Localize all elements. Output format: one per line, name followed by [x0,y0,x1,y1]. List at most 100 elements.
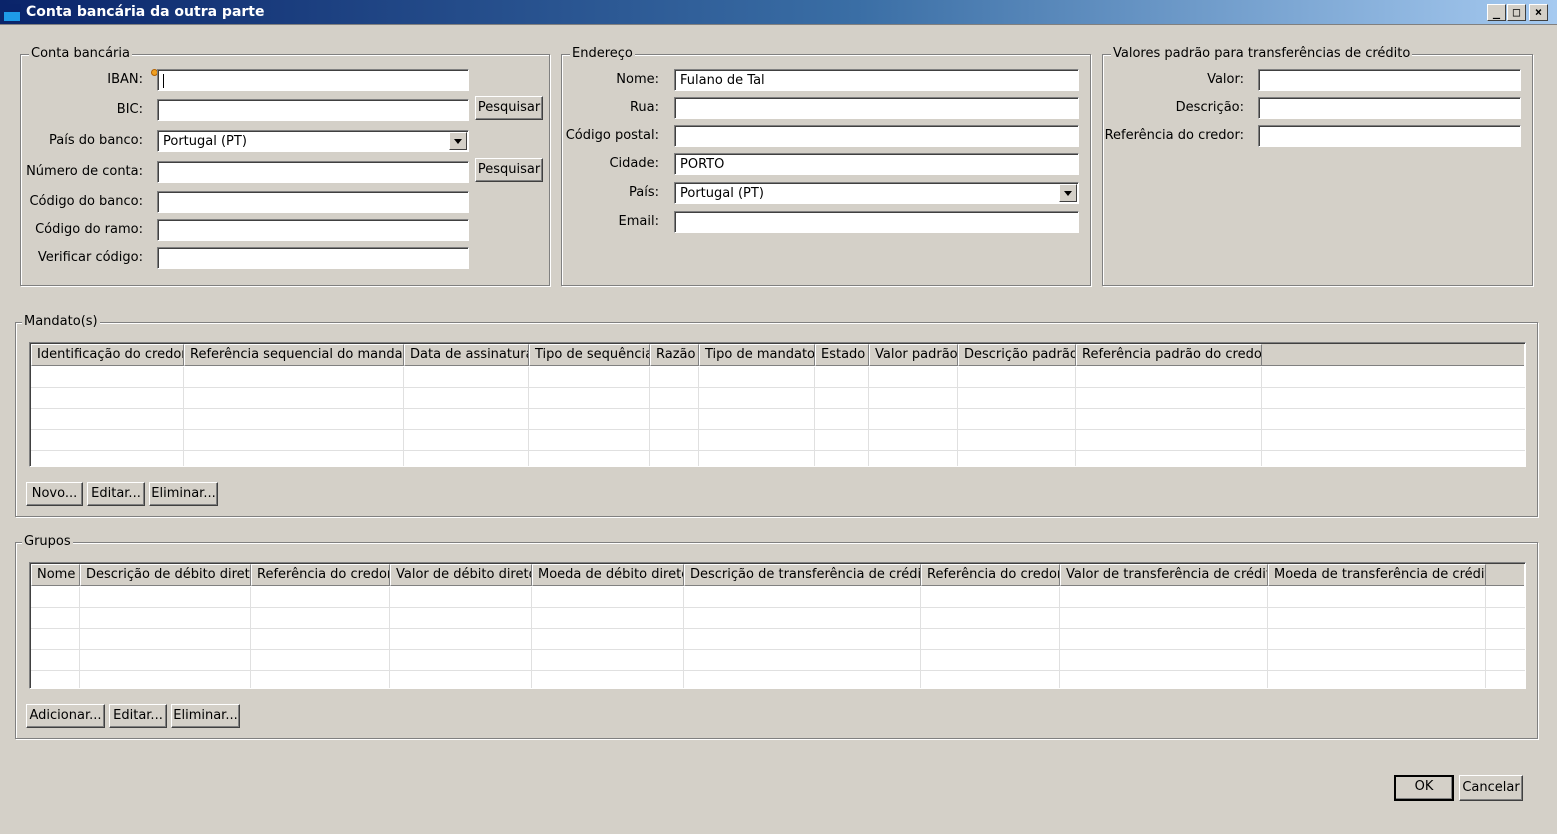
table-row[interactable] [31,430,1525,451]
chevron-down-icon[interactable] [449,132,467,150]
pesquisar-bic-button[interactable]: Pesquisar [475,96,543,120]
rua-input[interactable] [674,97,1079,119]
valores-padrao-group: Valores padrão para transferências de cr… [1102,46,1533,286]
column-header[interactable]: Tipo de mandato [699,344,815,366]
mandatos-table-header: Identificação do credor Referência seque… [31,344,1524,366]
pais-banco-value: Portugal (PT) [163,134,247,149]
column-header[interactable]: Descrição padrão [958,344,1076,366]
table-row[interactable] [31,409,1525,430]
editar-mandato-button[interactable]: Editar... [87,482,145,506]
nome-input[interactable]: Fulano de Tal [674,69,1079,91]
column-header-filler [1262,344,1524,366]
codigo-banco-label: Código do banco: [29,194,143,209]
table-row[interactable] [31,367,1525,388]
descricao-input[interactable] [1258,97,1521,119]
column-header[interactable]: Identificação do credor [31,344,184,366]
minimize-button[interactable]: _ [1487,4,1506,21]
table-row[interactable] [31,451,1525,466]
valores-padrao-legend: Valores padrão para transferências de cr… [1111,46,1413,61]
column-header[interactable]: Referência sequencial do mandato [184,344,404,366]
column-header-filler [1486,564,1524,586]
pais-banco-label: País do banco: [48,133,143,148]
endereco-group: Endereço Nome: Fulano de Tal Rua: Código… [561,46,1091,286]
table-row[interactable] [31,587,1525,608]
table-row[interactable] [31,650,1525,671]
window-title: Conta bancária da outra parte [26,4,265,20]
column-header[interactable]: Valor de transferência de crédito [1060,564,1268,586]
email-label: Email: [618,214,659,229]
cancelar-button[interactable]: Cancelar [1459,775,1523,801]
endereco-legend: Endereço [570,46,635,61]
ok-button[interactable]: OK [1394,775,1454,801]
eliminar-mandato-button[interactable]: Eliminar... [149,482,218,506]
bic-label: BIC: [116,102,143,117]
pais-banco-select[interactable]: Portugal (PT) [157,130,469,152]
chevron-down-icon[interactable] [1059,184,1077,202]
column-header[interactable]: Moeda de débito direto [532,564,684,586]
descricao-label: Descrição: [1175,100,1244,115]
column-header[interactable]: Data de assinatura [404,344,529,366]
novo-mandato-button[interactable]: Novo... [26,482,83,506]
iban-label: IBAN: [107,72,143,87]
valor-input[interactable] [1258,69,1521,91]
column-header[interactable]: Valor de débito direto [390,564,532,586]
email-input[interactable] [674,211,1079,233]
grupos-group: Grupos Nome Descrição de débito direto R… [15,534,1538,739]
column-header[interactable]: Estado [815,344,869,366]
bic-input[interactable] [157,99,469,121]
title-bar[interactable]: Conta bancária da outra parte _ □ × [0,0,1557,25]
cidade-label: Cidade: [609,156,659,171]
column-header[interactable]: Razão [650,344,699,366]
mandatos-table-body [31,367,1525,466]
pais-value: Portugal (PT) [680,186,764,201]
table-row[interactable] [31,629,1525,650]
codigo-ramo-input[interactable] [157,219,469,241]
codigo-ramo-label: Código do ramo: [35,222,143,237]
cidade-input[interactable]: PORTO [674,153,1079,175]
mandatos-group: Mandato(s) Identificação do credor Refer… [15,314,1538,517]
maximize-button[interactable]: □ [1507,4,1526,21]
conta-bancaria-legend: Conta bancária [29,46,132,61]
verificar-codigo-input[interactable] [157,247,469,269]
codigo-postal-label: Código postal: [565,128,659,143]
column-header[interactable]: Tipo de sequência [529,344,650,366]
column-header[interactable]: Descrição de transferência de crédito [684,564,921,586]
pesquisar-numero-button[interactable]: Pesquisar [475,158,543,182]
table-row[interactable] [31,671,1525,688]
eliminar-grupo-button[interactable]: Eliminar... [171,704,240,728]
column-header[interactable]: Valor padrão [869,344,958,366]
pais-label: País: [629,185,659,200]
column-header[interactable]: Referência do credor [251,564,390,586]
numero-conta-label: Número de conta: [26,164,143,179]
rua-label: Rua: [629,100,659,115]
editar-grupo-button[interactable]: Editar... [109,704,167,728]
verificar-codigo-label: Verificar código: [37,250,143,265]
column-header[interactable]: Referência do credor [921,564,1060,586]
conta-bancaria-group: Conta bancária IBAN: BIC: Pesquisar País… [20,46,550,286]
mandatos-table[interactable]: Identificação do credor Referência seque… [29,342,1526,467]
table-row[interactable] [31,388,1525,409]
grupos-table-header: Nome Descrição de débito direto Referênc… [31,564,1524,586]
nome-label: Nome: [616,72,659,87]
close-button[interactable]: × [1529,4,1548,21]
column-header[interactable]: Nome [31,564,80,586]
iban-input[interactable] [157,69,469,91]
referencia-credor-label: Referência do credor: [1104,128,1244,143]
table-row[interactable] [31,608,1525,629]
codigo-banco-input[interactable] [157,191,469,213]
referencia-credor-input[interactable] [1258,125,1521,147]
app-icon [3,4,21,22]
column-header[interactable]: Descrição de débito direto [80,564,251,586]
valor-label: Valor: [1207,72,1244,87]
text-caret [163,73,164,88]
grupos-legend: Grupos [22,534,73,549]
numero-conta-input[interactable] [157,161,469,183]
column-header[interactable]: Referência padrão do credor [1076,344,1262,366]
grupos-table-body [31,587,1525,688]
mandatos-legend: Mandato(s) [22,314,100,329]
grupos-table[interactable]: Nome Descrição de débito direto Referênc… [29,562,1526,689]
adicionar-grupo-button[interactable]: Adicionar... [26,704,105,728]
pais-select[interactable]: Portugal (PT) [674,182,1079,204]
column-header[interactable]: Moeda de transferência de crédito [1268,564,1486,586]
codigo-postal-input[interactable] [674,125,1079,147]
